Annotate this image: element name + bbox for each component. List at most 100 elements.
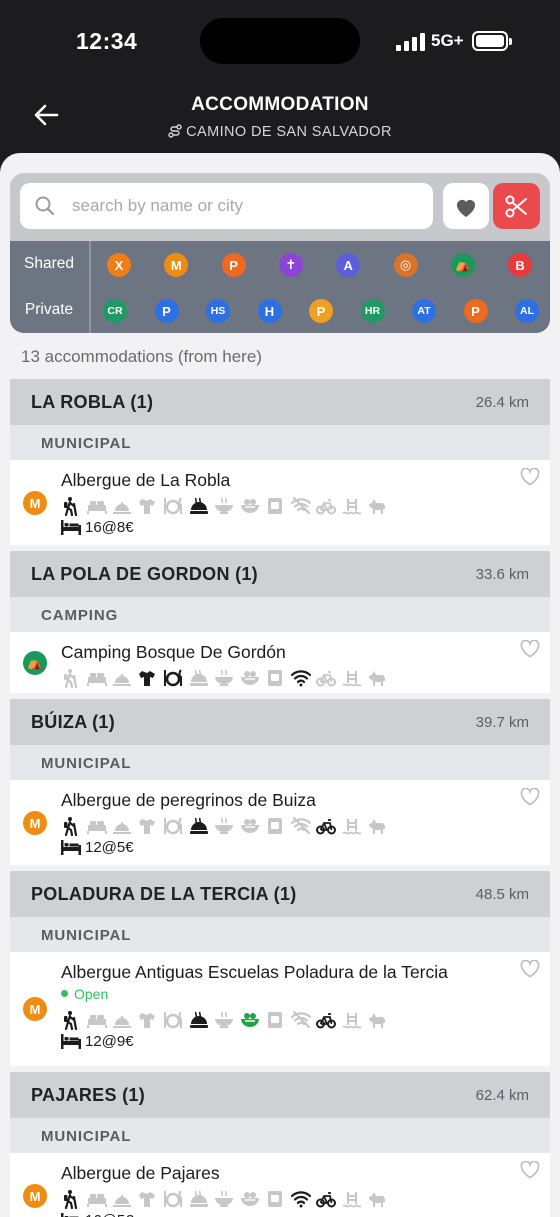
heart-icon (457, 200, 475, 217)
private-type-badge[interactable]: P (309, 299, 333, 323)
private-type-badge[interactable]: CR (103, 299, 127, 323)
shared-type-badge[interactable]: X (107, 253, 131, 277)
bed-icon (86, 1010, 107, 1030)
shared-type-badge[interactable]: P (221, 253, 246, 277)
wifi-icon (290, 1189, 311, 1209)
service-bell-icon (112, 496, 132, 516)
bowl-icon (214, 1010, 234, 1030)
kitchen-icon (189, 1010, 209, 1030)
private-type-badge[interactable]: P (154, 299, 179, 323)
restaurant-icon (163, 1189, 183, 1209)
private-type-badge[interactable]: P (463, 299, 488, 323)
shared-type-badge[interactable]: A (336, 253, 361, 277)
search-input[interactable] (72, 183, 422, 229)
beds-price: 12@9€ (61, 1033, 134, 1050)
laundry-icon (138, 1010, 158, 1030)
shared-type-badge[interactable]: ◎ (393, 253, 418, 277)
accommodation-card[interactable]: M Albergue de Pajares 16@5€ (10, 1153, 550, 1217)
category-header: MUNICIPAL (10, 425, 550, 460)
category-header: CAMPING (10, 597, 550, 632)
category-name: MUNICIPAL (41, 1128, 132, 1145)
favorite-button[interactable] (520, 467, 540, 491)
route-subtitle: CAMINO DE SAN SALVADOR (0, 124, 560, 140)
breakfast-icon (240, 816, 260, 836)
favorite-button[interactable] (520, 639, 540, 663)
accommodation-list: LA ROBLA (1) 26.4 km MUNICIPAL M Albergue… (10, 379, 550, 1217)
bed-icon (86, 816, 107, 836)
wifi-icon (290, 668, 311, 688)
town-distance: 26.4 km (475, 394, 529, 411)
laundry-icon (138, 816, 158, 836)
bed-icon (86, 668, 107, 688)
pets-icon (367, 668, 387, 688)
dynamic-island (200, 18, 360, 64)
accommodation-card[interactable]: M Albergue de La Robla 16@8€ (10, 460, 550, 545)
pets-icon (367, 496, 387, 516)
network-type: 5G+ (431, 31, 464, 50)
town-header[interactable]: LA POLA DE GORDON (1) 33.6 km (10, 551, 550, 597)
shared-type-badge[interactable]: M (164, 253, 189, 277)
scissors-button[interactable] (493, 183, 540, 229)
service-bell-icon (112, 668, 132, 688)
accommodation-name: Camping Bosque De Gordón (61, 642, 286, 662)
private-type-badge[interactable]: H (257, 299, 282, 323)
bunk-bed-icon (61, 1213, 79, 1217)
beds-price-text: 16@5€ (85, 1212, 134, 1217)
locker-icon (265, 816, 285, 836)
service-bell-icon (112, 816, 132, 836)
battery-icon (472, 31, 512, 51)
favorites-filter-button[interactable] (443, 183, 489, 229)
accommodation-card[interactable]: M Albergue de peregrinos de Buiza 12@5€ (10, 780, 550, 865)
accommodation-name: Albergue de peregrinos de Buiza (61, 790, 316, 810)
town-header[interactable]: LA ROBLA (1) 26.4 km (10, 379, 550, 425)
bicycle-icon (316, 668, 336, 688)
shared-label: Shared (24, 255, 74, 272)
locker-icon (265, 1010, 285, 1030)
hiker-icon (61, 496, 81, 517)
favorite-button[interactable] (520, 787, 540, 811)
favorite-button[interactable] (520, 959, 540, 983)
kitchen-icon (189, 496, 209, 516)
shared-type-badge[interactable]: ⛺ (450, 253, 475, 277)
bunk-bed-icon (61, 520, 81, 535)
pool-icon (341, 1010, 362, 1030)
locker-icon (265, 1189, 285, 1209)
beds-price-text: 12@9€ (85, 1033, 134, 1050)
category-header: MUNICIPAL (10, 745, 550, 780)
pool-icon (341, 668, 362, 688)
private-type-badge[interactable]: HR (360, 299, 385, 323)
town-name: PAJARES (1) (31, 1085, 145, 1105)
hiker-icon (61, 816, 81, 837)
shared-type-badge[interactable]: B (508, 253, 533, 277)
service-bell-icon (112, 1189, 132, 1209)
town-header[interactable]: PAJARES (1) 62.4 km (10, 1072, 550, 1118)
restaurant-icon (163, 816, 183, 836)
bicycle-icon (316, 816, 336, 836)
private-type-badge[interactable]: HS (206, 299, 230, 323)
search-box[interactable] (20, 183, 433, 229)
laundry-icon (138, 496, 158, 516)
bowl-icon (214, 496, 234, 516)
town-name: LA ROBLA (1) (31, 392, 154, 412)
open-status: Open (61, 986, 108, 1002)
private-type-badge[interactable]: AL (515, 299, 539, 323)
hiker-icon (61, 668, 81, 689)
town-header[interactable]: POLADURA DE LA TERCIA (1) 48.5 km (10, 871, 550, 917)
favorite-button[interactable] (520, 1160, 540, 1184)
accommodation-type-badge: M (23, 811, 47, 835)
accommodation-card[interactable]: M Albergue Antiguas Escuelas Poladura de… (10, 952, 550, 1066)
private-type-badge[interactable]: AT (412, 299, 436, 323)
accommodation-card[interactable]: ⛺ Camping Bosque De Gordón (10, 632, 550, 693)
town-header[interactable]: BÚIZA (1) 39.7 km (10, 699, 550, 745)
beds-price-text: 12@5€ (85, 839, 134, 856)
breakfast-icon (240, 1010, 260, 1030)
bunk-bed-icon (61, 840, 81, 855)
bowl-icon (214, 1189, 234, 1209)
pool-icon (341, 816, 362, 836)
accommodation-type-badge: M (23, 997, 47, 1021)
route-name: CAMINO DE SAN SALVADOR (186, 124, 392, 140)
locker-icon (265, 668, 285, 688)
heart-outline-icon (520, 1160, 540, 1179)
shared-type-badge[interactable]: ✝ (278, 253, 303, 277)
pets-icon (367, 1010, 387, 1030)
